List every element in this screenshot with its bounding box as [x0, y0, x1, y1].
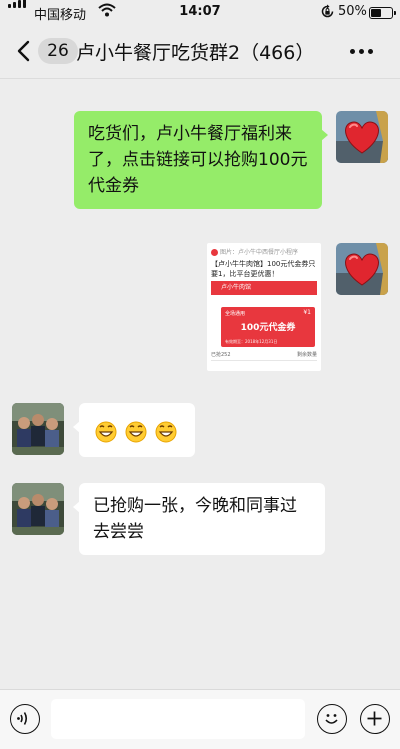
battery-icon — [369, 7, 396, 19]
unread-count-badge[interactable]: 26 — [38, 38, 78, 64]
message-bubble-incoming[interactable] — [73, 403, 195, 457]
plus-icon[interactable] — [360, 704, 390, 734]
orientation-lock-icon — [321, 4, 334, 18]
emoji-icon[interactable] — [317, 704, 347, 734]
voice-icon[interactable] — [10, 704, 40, 734]
message-bubble-outgoing[interactable]: 吃货们，卢小牛餐厅福利来了，点击链接可以抢购100元代金券 — [74, 111, 328, 209]
battery-percent: 50% — [338, 4, 367, 19]
group-photo-avatar[interactable] — [12, 403, 64, 455]
coupon-validity: 有效期至：2018年12月31日 — [225, 339, 278, 344]
input-bar — [0, 689, 400, 749]
status-bar: 中国移动 14:07 50% — [0, 0, 400, 26]
coupon-tag: 全场通用 — [225, 311, 246, 317]
card-shop-banner: 卢小牛肉馆 — [211, 281, 317, 295]
heart-avatar[interactable] — [336, 243, 388, 295]
message-bubble-incoming[interactable]: 已抢购一张，今晚和同事过去尝尝 — [73, 483, 325, 555]
heart-icon — [336, 243, 388, 295]
coupon-value: 100元代金券 — [240, 323, 296, 333]
message-input[interactable] — [51, 699, 305, 739]
group-photo-icon — [12, 483, 64, 535]
card-footer: 已抢252 剩余数量 — [211, 351, 317, 358]
chat-header: 26 卢小牛餐厅吃货群2（466） — [0, 26, 400, 78]
more-icon[interactable] — [342, 39, 382, 63]
message-text: 已抢购一张，今晚和同事过去尝尝 — [93, 496, 297, 542]
grin-emoji-icon — [155, 421, 177, 443]
card-source: 图片：卢小牛中西餐厅小程序 — [220, 249, 299, 256]
back-chevron-icon[interactable] — [12, 36, 40, 66]
card-headline: 【卢小牛牛肉馆】100元代金券只要1，比平台更优惠！ — [211, 260, 316, 278]
heart-icon — [336, 111, 388, 163]
group-photo-avatar[interactable] — [12, 483, 64, 535]
heart-avatar[interactable] — [336, 111, 388, 163]
card-footer-left: 已抢252 — [211, 352, 231, 358]
coupon-ticket: 全场通用 ¥1 100元代金券 有效期至：2018年12月31日 — [221, 307, 315, 347]
grin-emoji-icon — [95, 421, 117, 443]
grin-emoji-icon — [125, 421, 147, 443]
header-divider — [0, 78, 400, 79]
coupon-price: ¥1 — [303, 309, 311, 316]
message-text: 吃货们，卢小牛餐厅福利来了，点击链接可以抢购100元代金券 — [88, 124, 308, 196]
chat-title: 卢小牛餐厅吃货群2（466） — [76, 42, 315, 64]
card-footer-right: 剩余数量 — [296, 352, 317, 358]
shared-coupon-image[interactable]: 图片：卢小牛中西餐厅小程序 【卢小牛牛肉馆】100元代金券只要1，比平台更优惠！… — [207, 243, 321, 371]
group-photo-icon — [12, 403, 64, 455]
